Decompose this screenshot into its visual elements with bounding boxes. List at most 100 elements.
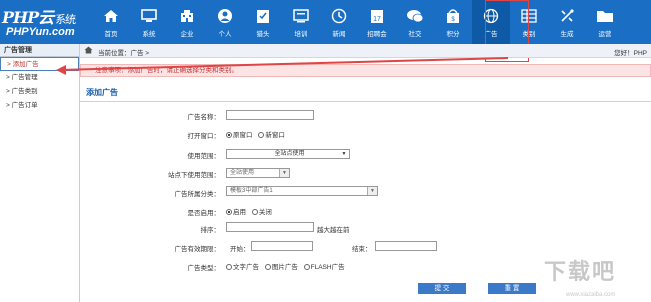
radio-label: 图片广告 [271, 264, 298, 271]
site-scope-select[interactable]: 全站使用 ▼ [226, 168, 290, 178]
breadcrumb-bar: 当前位置：广告 > 您好！PHP [80, 44, 651, 58]
radio-new-window[interactable] [258, 132, 265, 139]
sidebar-item-ad-manage[interactable]: > 广告管理 [0, 71, 79, 85]
nav-operations[interactable]: 运营 [586, 0, 624, 44]
reset-button[interactable]: 重 置 [488, 283, 536, 294]
enable-label: 是否启用： [187, 210, 221, 217]
nav-label: 社交 [408, 30, 422, 38]
nav-company[interactable]: 企业 [168, 0, 206, 44]
radio-label: 启用 [233, 209, 246, 216]
logo-sub: 系统 [55, 13, 76, 26]
logo: PHP云 系统 PHPYun.com [2, 2, 92, 42]
radio-image-ad[interactable] [264, 264, 271, 271]
home-icon [102, 7, 120, 25]
chevron-down-icon: ▼ [367, 187, 377, 195]
nav-home[interactable]: 首页 [92, 0, 130, 44]
nav-points[interactable]: $ 积分 [434, 0, 472, 44]
ad-name-input[interactable] [226, 110, 314, 120]
nav-label: 首页 [104, 30, 118, 38]
order-note: 越大越在前 [317, 227, 350, 234]
ad-type-radio-group: 文字广告 图片广告 FLASH广告 [226, 261, 349, 271]
clipboard-icon [254, 7, 272, 25]
category-label: 广告所属分类： [174, 191, 221, 198]
sidebar-item-add-ad[interactable]: > 添加广告 [0, 57, 79, 71]
period-label: 广告有效期限： [174, 246, 221, 253]
site-scope-value: 全站使用 [230, 170, 255, 176]
nav-label: 运营 [598, 30, 612, 38]
watermark-url: www.xiazaiba.com [566, 292, 616, 298]
panel-title: 添加广告 [86, 88, 118, 97]
breadcrumb: 当前位置：广告 > [98, 50, 150, 57]
order-input[interactable] [226, 222, 314, 232]
nav-label: 系统 [142, 30, 156, 38]
category-value: 模板3中部广告1 [230, 188, 273, 194]
nav-label: 培训 [294, 30, 308, 38]
start-label: 开始： [230, 246, 250, 253]
scope-select[interactable]: 全站点使用 ▼ [226, 149, 350, 159]
nav-training[interactable]: 培训 [282, 0, 320, 44]
notice-banner: 注意事项：添加广告时，请正确选择分类和类别。 [80, 64, 651, 77]
user-greeting[interactable]: 您好！PHP [614, 47, 647, 57]
nav-social[interactable]: 社交 [396, 0, 434, 44]
nav-label: 新闻 [332, 30, 346, 38]
radio-original-window[interactable] [226, 132, 232, 139]
nav-news[interactable]: 新闻 [320, 0, 358, 44]
calendar-icon: 17 [368, 7, 386, 25]
start-date-input[interactable] [251, 241, 313, 251]
nav-job-fair[interactable]: 17 招聘会 [358, 0, 396, 44]
main-nav: 首页 系统 企业 个人 猎头 培训 新闻 17 招聘会 社交 $ 积分 广告 类… [92, 0, 624, 44]
nav-label: 个人 [218, 30, 232, 38]
watermark-text: 下载吧 [544, 259, 617, 284]
nav-generate[interactable]: 生成 [548, 0, 586, 44]
training-icon [292, 7, 310, 25]
generate-icon [558, 7, 576, 25]
radio-enable[interactable] [226, 209, 232, 216]
chat-icon [406, 7, 424, 25]
open-window-radio-group: 原窗口 新窗口 [226, 129, 289, 139]
chevron-down-icon: ▼ [279, 169, 289, 177]
nav-label: 企业 [180, 30, 194, 38]
order-label: 排序： [200, 227, 221, 234]
news-icon [330, 7, 348, 25]
building-icon [178, 7, 196, 25]
nav-personal[interactable]: 个人 [206, 0, 244, 44]
enable-radio-group: 启用 关闭 [226, 206, 276, 216]
scope-select-value: 全站点使用 [274, 151, 305, 157]
watermark: 下载吧 www.xiazaiba.com [544, 254, 651, 302]
end-date-input[interactable] [375, 241, 437, 251]
sidebar-item-ad-category[interactable]: > 广告类别 [0, 85, 79, 99]
folder-icon [596, 7, 614, 25]
radio-label: 新窗口 [265, 132, 285, 139]
logo-domain: PHPYun.com [6, 26, 75, 38]
radio-label: 原窗口 [233, 132, 253, 139]
nav-label: 生成 [560, 30, 574, 38]
sidebar: 广告管理 > 添加广告 > 广告管理 > 广告类别 > 广告订单 [0, 44, 80, 302]
monitor-icon [140, 7, 158, 25]
radio-label: 文字广告 [233, 264, 259, 271]
sidebar-item-ad-orders[interactable]: > 广告订单 [0, 99, 79, 113]
ad-name-label: 广告名称： [187, 114, 221, 121]
logo-main: PHP云 [2, 8, 54, 27]
home-icon[interactable] [84, 46, 93, 56]
nav-label: 积分 [446, 30, 460, 38]
site-scope-label: 站点下使用范围： [168, 172, 220, 179]
nav-label: 猎头 [256, 30, 270, 38]
end-label: 结束： [352, 246, 372, 253]
nav-system[interactable]: 系统 [130, 0, 168, 44]
submit-button[interactable]: 提 交 [418, 283, 466, 294]
sidebar-title: 广告管理 [0, 44, 79, 57]
category-select[interactable]: 模板3中部广告1 ▼ [226, 186, 378, 196]
scope-label: 使用范围： [187, 153, 221, 160]
radio-flash-ad[interactable] [303, 264, 310, 271]
divider [80, 101, 651, 102]
radio-disable[interactable] [251, 209, 258, 216]
points-icon: $ [444, 7, 462, 25]
top-navigation-bar: PHP云 系统 PHPYun.com 首页 系统 企业 个人 猎头 培训 新闻 … [0, 0, 651, 44]
ad-type-label: 广告类型： [187, 265, 221, 272]
nav-headhunter[interactable]: 猎头 [244, 0, 282, 44]
open-window-label: 打开窗口： [187, 133, 221, 140]
user-icon [216, 7, 234, 25]
radio-label: 关闭 [258, 209, 272, 216]
radio-text-ad[interactable] [226, 264, 232, 271]
radio-label: FLASH广告 [310, 264, 345, 271]
